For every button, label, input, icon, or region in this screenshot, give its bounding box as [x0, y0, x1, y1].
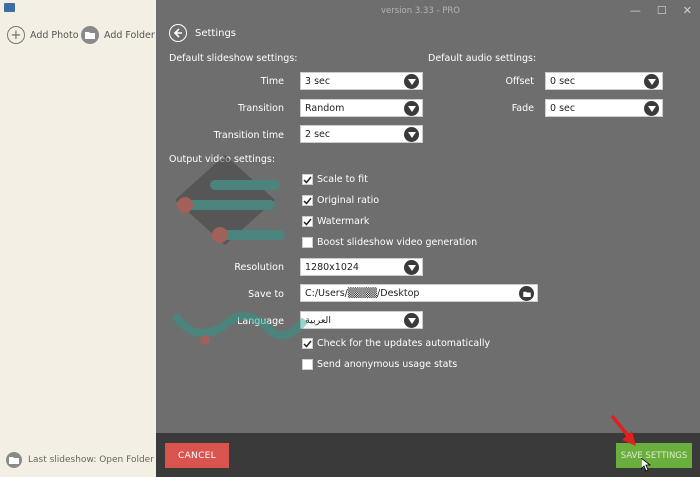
left-panel: + Add Photo Add Folder Last slideshow: O… — [0, 0, 156, 477]
output-settings-title: Output video settings: — [169, 154, 276, 165]
add-folder-label: Add Folder — [104, 29, 155, 41]
mouse-cursor-icon — [641, 458, 651, 472]
language-label: Language — [237, 316, 284, 327]
watermark-label: Watermark — [317, 216, 370, 227]
resolution-value: 1280x1024 — [305, 262, 359, 273]
chevron-down-icon — [404, 313, 419, 328]
offset-select[interactable]: 0 sec — [545, 72, 663, 90]
resolution-select[interactable]: 1280x1024 — [300, 258, 423, 276]
language-value: العربية — [305, 315, 331, 326]
transition-time-label: Transition time — [213, 130, 284, 141]
add-photo-label: Add Photo — [30, 29, 79, 41]
transition-time-value: 2 sec — [305, 129, 331, 140]
check-updates-label: Check for the updates automatically — [317, 338, 491, 349]
version-label: version 3.33 - PRO — [381, 6, 460, 16]
chevron-down-icon — [644, 74, 659, 89]
offset-label: Offset — [505, 76, 534, 87]
time-select[interactable]: 3 sec — [300, 72, 423, 90]
folder-icon — [81, 26, 99, 44]
title-bar: version 3.33 - PRO — ☐ ✕ — [156, 0, 700, 22]
last-slideshow-link[interactable]: Last slideshow: Open Folder — [6, 452, 154, 468]
fade-label: Fade — [511, 103, 534, 114]
checkbox-unchecked-icon — [302, 359, 313, 370]
original-ratio-checkbox[interactable]: Original ratio — [302, 195, 379, 206]
time-label: Time — [260, 76, 284, 87]
app-logo-icon — [4, 3, 15, 12]
minimize-icon[interactable]: — — [630, 4, 641, 17]
checkbox-checked-icon — [302, 216, 313, 227]
transition-label: Transition — [238, 103, 284, 114]
slideshow-settings-title: Default slideshow settings: — [169, 53, 298, 64]
chevron-down-icon — [404, 127, 419, 142]
boost-checkbox[interactable]: Boost slideshow video generation — [302, 237, 477, 248]
save-to-label: Save to — [248, 289, 284, 300]
chevron-down-icon — [404, 260, 419, 275]
checkbox-checked-icon — [302, 195, 313, 206]
transition-select[interactable]: Random — [300, 99, 423, 117]
plus-icon: + — [7, 26, 25, 44]
check-updates-checkbox[interactable]: Check for the updates automatically — [302, 338, 490, 349]
maximize-icon[interactable]: ☐ — [657, 4, 667, 17]
last-slideshow-label: Last slideshow: Open Folder — [28, 455, 154, 465]
scale-to-fit-label: Scale to fit — [317, 174, 368, 185]
save-to-value: C:/Users/▒▒▒▒/Desktop — [305, 288, 420, 299]
red-arrow-icon — [610, 414, 636, 446]
settings-panel: version 3.33 - PRO — ☐ ✕ Settings Defaul… — [156, 0, 700, 477]
original-ratio-label: Original ratio — [317, 195, 380, 206]
send-stats-label: Send anonymous usage stats — [317, 359, 458, 370]
scale-to-fit-checkbox[interactable]: Scale to fit — [302, 174, 368, 185]
page-title: Settings — [195, 27, 237, 39]
settings-header: Settings — [169, 24, 236, 42]
watermark-checkbox[interactable]: Watermark — [302, 216, 369, 227]
chevron-down-icon — [404, 74, 419, 89]
fade-select[interactable]: 0 sec — [545, 99, 663, 117]
send-stats-checkbox[interactable]: Send anonymous usage stats — [302, 359, 457, 370]
add-photo-button[interactable]: + Add Photo — [7, 26, 79, 44]
offset-value: 0 sec — [550, 76, 576, 87]
time-value: 3 sec — [305, 76, 331, 87]
boost-label: Boost slideshow video generation — [317, 237, 478, 248]
close-icon[interactable]: ✕ — [683, 4, 692, 17]
chevron-down-icon — [404, 101, 419, 116]
transition-time-select[interactable]: 2 sec — [300, 125, 423, 143]
add-folder-button[interactable]: Add Folder — [81, 26, 155, 44]
language-select[interactable]: العربية — [300, 311, 423, 329]
cancel-button[interactable]: CANCEL — [165, 443, 229, 468]
resolution-label: Resolution — [234, 262, 284, 273]
back-arrow-icon[interactable] — [169, 24, 187, 42]
folder-browse-icon[interactable] — [519, 286, 534, 301]
fade-value: 0 sec — [550, 103, 576, 114]
folder-icon — [6, 452, 22, 468]
audio-settings-title: Default audio settings: — [428, 53, 537, 64]
chevron-down-icon — [644, 101, 659, 116]
checkbox-checked-icon — [302, 338, 313, 349]
checkbox-unchecked-icon — [302, 237, 313, 248]
transition-value: Random — [305, 103, 345, 114]
save-to-field[interactable]: C:/Users/▒▒▒▒/Desktop — [300, 284, 538, 302]
checkbox-checked-icon — [302, 174, 313, 185]
